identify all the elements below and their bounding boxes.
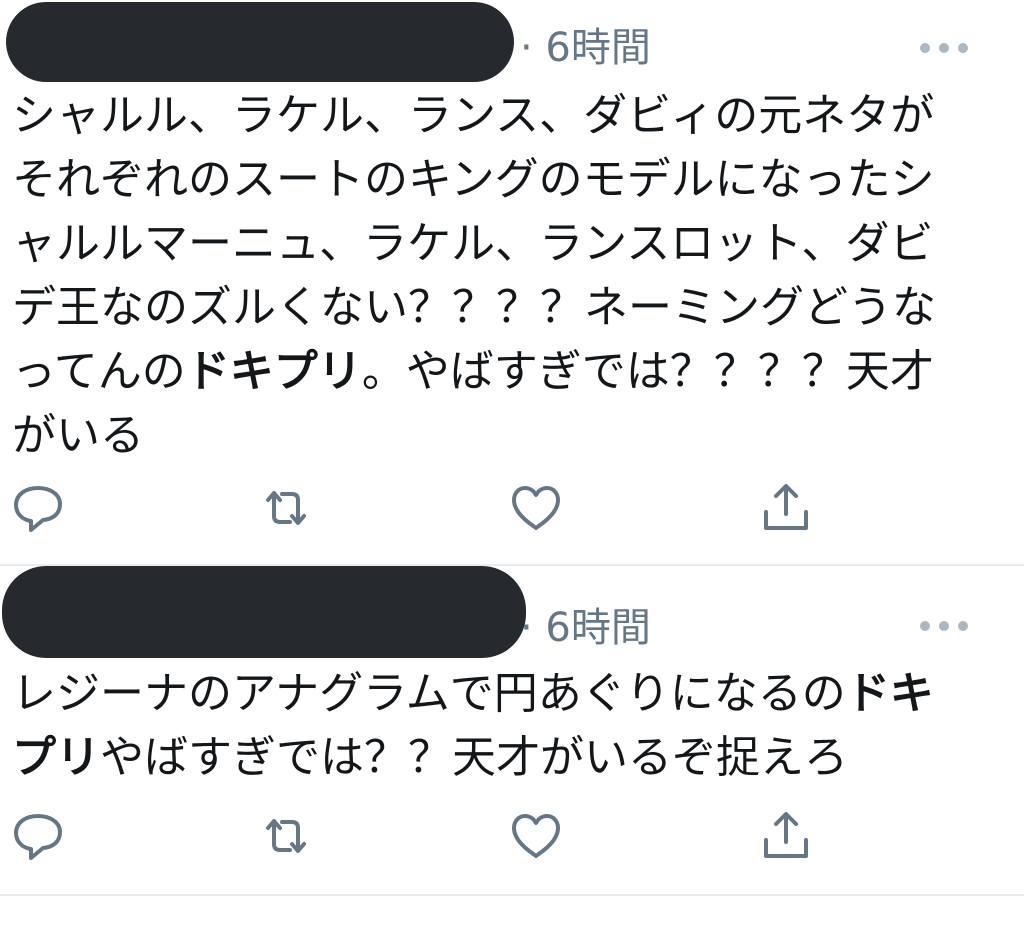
redacted-username bbox=[2, 566, 526, 658]
tweet-body: レジーナのアナグラムで円あぐりになるのドキ プリやばすぎでは？？天才がいるぞ捉え… bbox=[12, 662, 972, 790]
redacted-username bbox=[6, 2, 514, 82]
like-button[interactable] bbox=[508, 480, 564, 536]
tweet-line: がいる bbox=[12, 410, 144, 461]
bold-term: ドキ bbox=[845, 668, 934, 719]
share-icon bbox=[764, 812, 808, 858]
reply-button[interactable] bbox=[10, 480, 66, 536]
retweet-button[interactable] bbox=[258, 480, 314, 536]
heart-icon bbox=[512, 814, 560, 858]
tweet-line: デ王なのズルくない？？？？ネーミングどうな bbox=[12, 282, 936, 333]
tweet-timestamp[interactable]: · 6時間 bbox=[520, 24, 651, 72]
retweet-icon bbox=[266, 819, 306, 853]
tweet-line: プリやばすぎでは？？天才がいるぞ捉えろ bbox=[12, 732, 848, 783]
tweet-line: それぞれのスートのキングのモデルになったシ bbox=[12, 154, 935, 205]
reply-button[interactable] bbox=[10, 808, 66, 864]
share-icon bbox=[764, 484, 808, 530]
tweet-2[interactable]: · 6時間 レジーナのアナグラムで円あぐりになるのドキ プリやばすぎでは？？天才… bbox=[0, 566, 1024, 896]
like-button[interactable] bbox=[508, 808, 564, 864]
more-dots-icon[interactable] bbox=[920, 38, 968, 58]
retweet-button[interactable] bbox=[258, 808, 314, 864]
reply-icon bbox=[14, 486, 62, 532]
retweet-icon bbox=[266, 491, 306, 525]
bold-term: ドキプリ bbox=[185, 346, 362, 397]
more-dots-icon[interactable] bbox=[920, 616, 968, 636]
share-button[interactable] bbox=[758, 480, 814, 536]
tweet-line: シャルル、ラケル、ランス、ダビィの元ネタが bbox=[12, 90, 935, 141]
bold-term: プリ bbox=[12, 732, 100, 783]
tweet-body: シャルル、ラケル、ランス、ダビィの元ネタが それぞれのスートのキングのモデルにな… bbox=[12, 84, 972, 468]
tweet-line: ってんのドキプリ。やばすぎでは？？？？天才 bbox=[12, 346, 934, 397]
tweet-1[interactable]: · 6時間 シャルル、ラケル、ランス、ダビィの元ネタが それぞれのスートのキング… bbox=[0, 0, 1024, 566]
share-button[interactable] bbox=[758, 808, 814, 864]
tweet-line: ャルルマーニュ、ラケル、ランスロット、ダビ bbox=[12, 218, 934, 269]
heart-icon bbox=[512, 486, 560, 530]
tweet-timestamp[interactable]: · 6時間 bbox=[520, 604, 651, 652]
tweet-line: レジーナのアナグラムで円あぐりになるのドキ bbox=[12, 668, 934, 719]
reply-icon bbox=[14, 814, 62, 860]
